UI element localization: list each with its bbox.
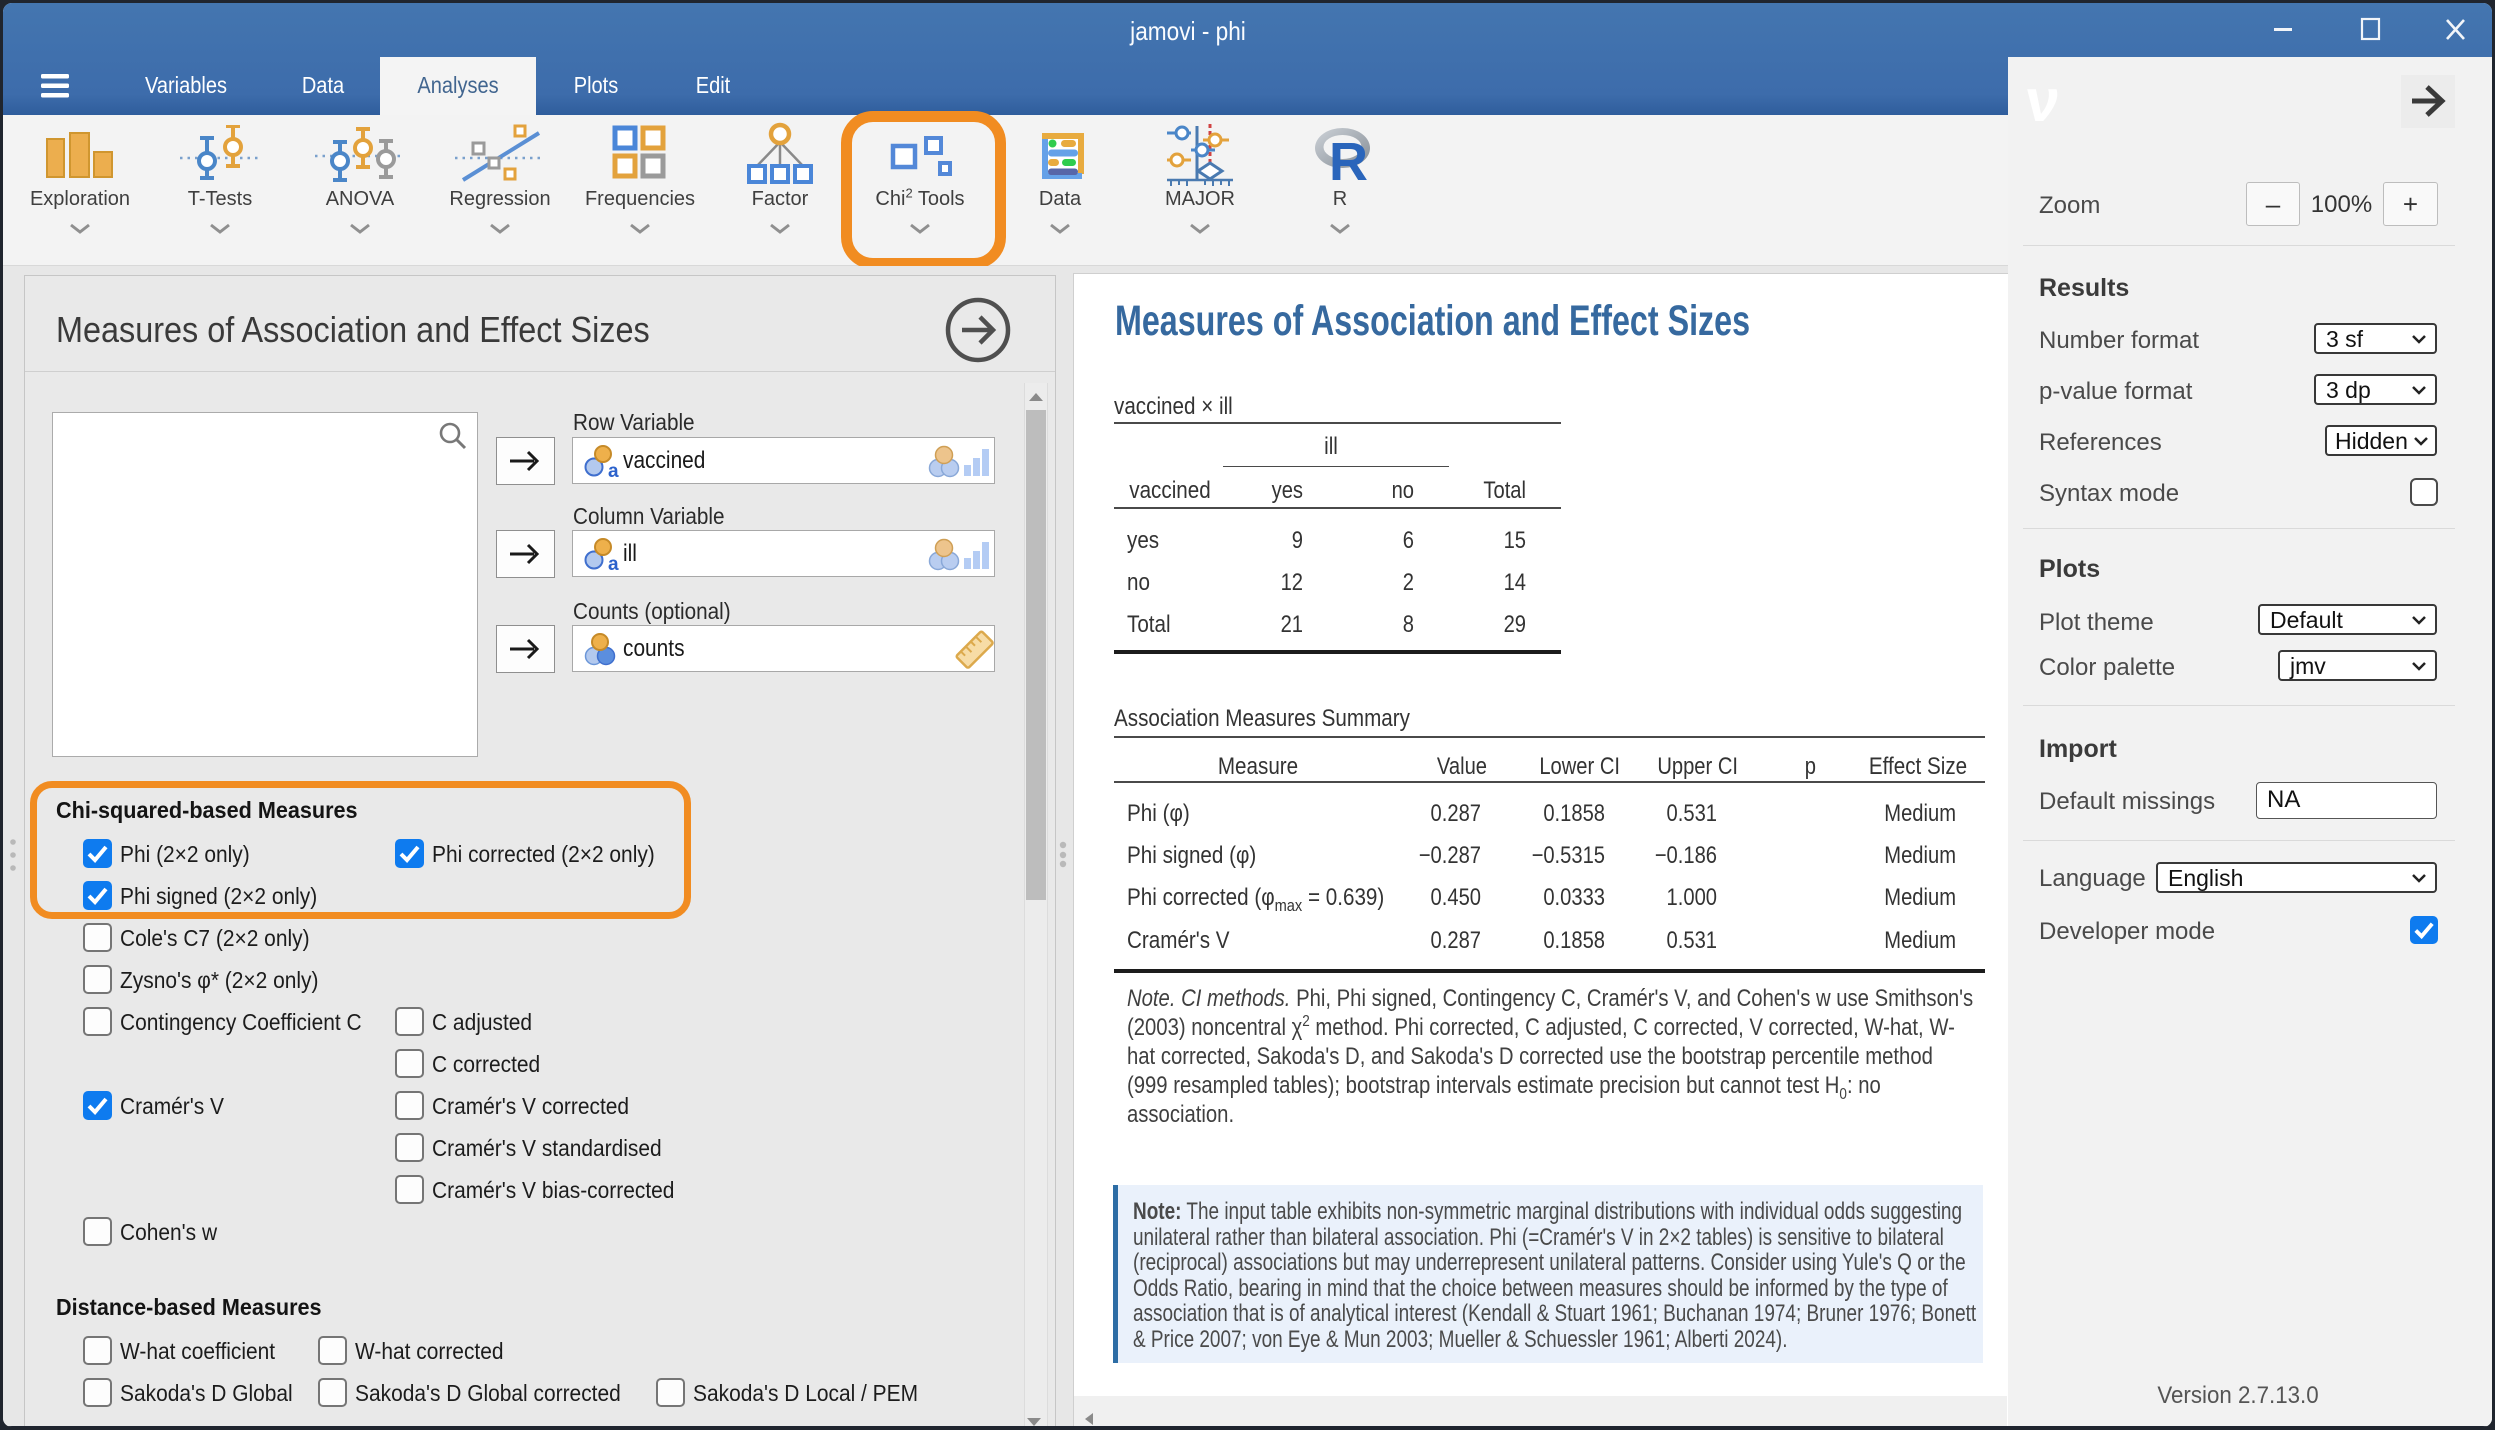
svg-text:R: R	[1329, 132, 1368, 185]
svg-text:a: a	[608, 554, 619, 573]
svg-text:a: a	[608, 461, 619, 480]
